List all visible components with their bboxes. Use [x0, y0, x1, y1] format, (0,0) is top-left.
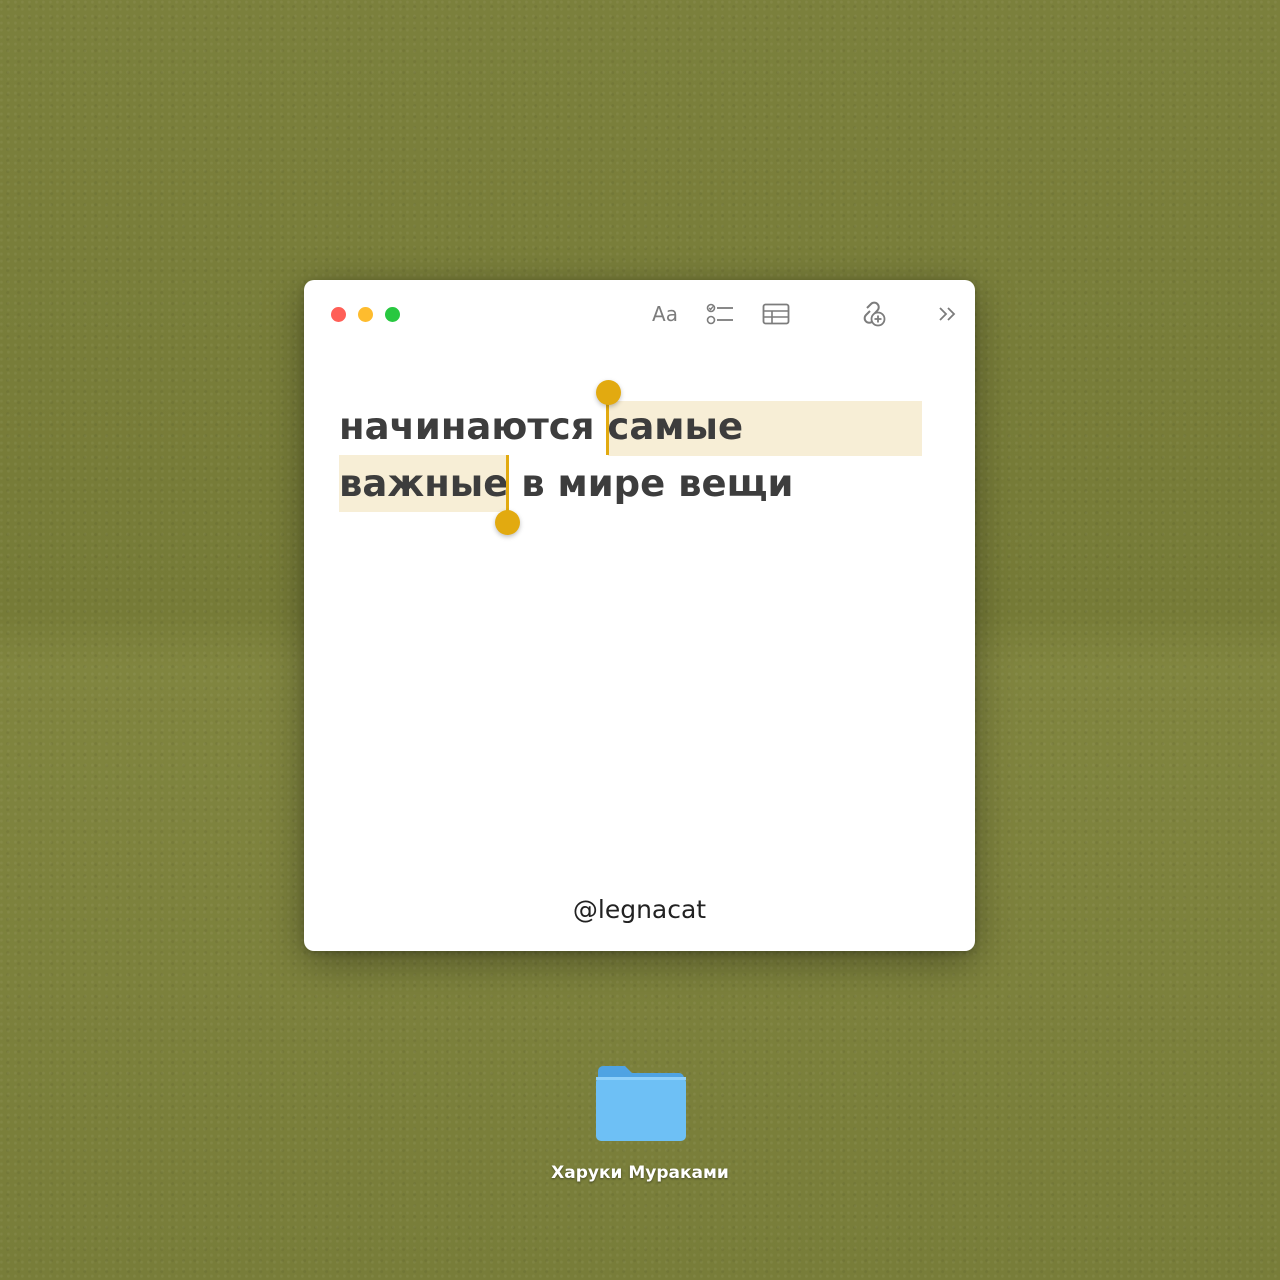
notes-window: Aa начинаются самые важные в мире вещи @… [304, 280, 975, 951]
selection-end-handle[interactable] [495, 510, 520, 535]
note-line-2: важные в мире вещи [339, 455, 939, 535]
note-text-plain: начинаются [339, 405, 608, 448]
chevron-more-icon[interactable] [934, 300, 962, 328]
format-button[interactable]: Aa [648, 300, 682, 328]
checklist-icon[interactable] [704, 300, 736, 328]
folder-label[interactable]: Харуки Мураками [490, 1163, 790, 1183]
selection-start-caret [606, 398, 609, 455]
selection-end-caret [506, 455, 509, 512]
selection-start-handle[interactable] [596, 380, 621, 405]
note-text-plain: в мире вещи [508, 462, 794, 505]
close-window-button[interactable] [331, 307, 346, 322]
note-text-selected: самые [607, 405, 744, 448]
collaborate-icon[interactable] [856, 300, 888, 328]
minimize-window-button[interactable] [358, 307, 373, 322]
note-body[interactable]: начинаются самые важные в мире вещи [339, 380, 939, 535]
table-icon[interactable] [760, 300, 792, 328]
zoom-window-button[interactable] [385, 307, 400, 322]
note-text-selected: важные [339, 462, 509, 505]
folder-icon[interactable] [594, 1063, 688, 1143]
note-line-1: начинаются самые [339, 380, 939, 456]
author-handle: @legnacat [572, 895, 707, 924]
